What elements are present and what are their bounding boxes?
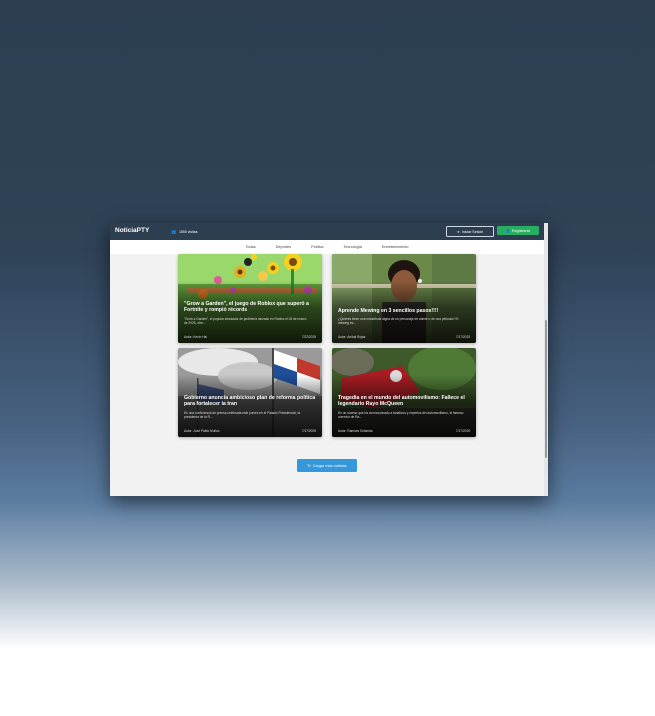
refresh-icon: ↻ [307, 464, 311, 468]
card-date: 7/17/2025 [301, 429, 316, 433]
category-tecnologia[interactable]: Tecnología [344, 245, 362, 249]
login-label: Iniciar Sesión [461, 229, 484, 234]
register-button[interactable]: 👤 Registrarse [497, 226, 539, 235]
card-title[interactable]: Aprende Mewing en 3 sencillos pasos!!!! [338, 308, 470, 314]
card-author: Autor: Aníbal Rojas [338, 335, 366, 339]
navbar: NoticiaPTY 👥 1550 visitas ➔ Iniciar Sesi… [110, 223, 548, 240]
card-title[interactable]: "Grow a Garden", el juego de Roblox que … [184, 301, 316, 313]
login-button[interactable]: ➔ Iniciar Sesión [446, 226, 494, 237]
card-author: Autor: Ramses Sotomás [338, 429, 373, 433]
category-politica[interactable]: Política [311, 245, 323, 249]
browser-window: NoticiaPTY 👥 1550 visitas ➔ Iniciar Sesi… [110, 223, 548, 496]
card-description: ¿Quieres tener una mandíbula digna de un… [338, 317, 459, 325]
scrollbar-thumb[interactable] [544, 320, 548, 458]
user-plus-icon: 👤 [505, 228, 511, 233]
card-date: 7/17/2025 [455, 335, 470, 339]
card-date: 7/22/2025 [301, 335, 316, 339]
card-description: En una conferencia de prensa celebrada e… [184, 411, 301, 419]
news-card[interactable]: Tragedia en el mundo del automovilismo: … [332, 348, 476, 437]
brand-logo[interactable]: NoticiaPTY [115, 227, 149, 234]
news-card[interactable]: "Grow a Garden", el juego de Roblox que … [178, 254, 322, 343]
news-card[interactable]: Gobierno anuncia ambicioso plan de refor… [178, 348, 322, 437]
card-description: En un suceso que ha conmocionado a fanát… [338, 411, 464, 419]
register-label: Registrarse [512, 228, 531, 233]
category-bar: Todas Deportes Política Tecnología Entre… [110, 240, 544, 255]
page-scrollbar[interactable] [544, 223, 548, 496]
load-more-button[interactable]: ↻ Cargar más noticias [297, 459, 357, 472]
visit-count-label: 1550 visitas [178, 229, 198, 234]
card-date: 7/17/2025 [455, 429, 470, 433]
category-todas[interactable]: Todas [246, 245, 256, 249]
load-more-label: Cargar más noticias [312, 463, 347, 468]
news-feed: "Grow a Garden", el juego de Roblox que … [110, 254, 544, 496]
card-gradient [332, 348, 476, 437]
visit-counter: 👥 1550 visitas [171, 229, 197, 234]
category-deportes[interactable]: Deportes [276, 245, 291, 249]
news-card[interactable]: Aprende Mewing en 3 sencillos pasos!!!! … [332, 254, 476, 343]
category-entretenimiento[interactable]: Entretenimiento [382, 245, 409, 249]
card-gradient [178, 348, 322, 437]
sign-in-icon: ➔ [456, 229, 460, 234]
users-icon: 👥 [171, 229, 176, 234]
card-title[interactable]: Tragedia en el mundo del automovilismo: … [338, 395, 470, 407]
card-gradient [178, 254, 322, 343]
card-title[interactable]: Gobierno anuncia ambicioso plan de refor… [184, 395, 316, 407]
card-author: Autor: José Pablo Muñoz [184, 429, 220, 433]
card-description: "Grow a Garden", el popular simulador de… [184, 317, 307, 325]
card-author: Autor: Kevin Hai [184, 335, 208, 339]
card-gradient [332, 254, 476, 343]
